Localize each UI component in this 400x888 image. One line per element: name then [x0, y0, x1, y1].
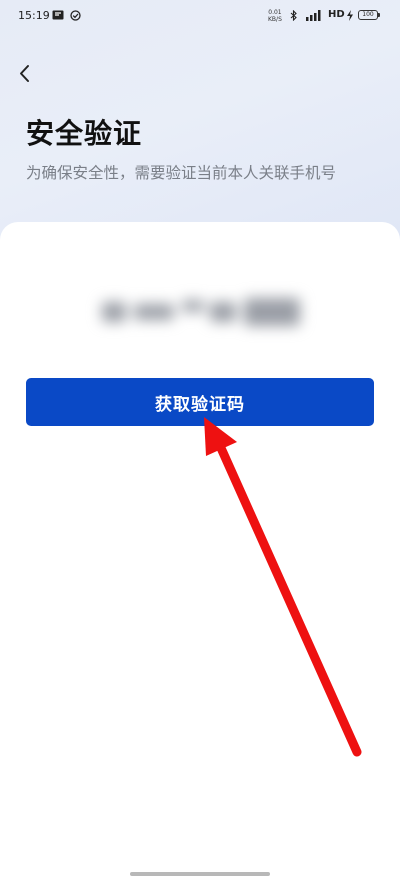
message-icon — [52, 10, 64, 20]
chevron-left-icon — [20, 65, 29, 82]
check-circle-icon — [70, 10, 81, 21]
back-button[interactable] — [12, 60, 40, 88]
bluetooth-icon — [290, 10, 297, 21]
masked-phone-number — [102, 292, 300, 332]
home-indicator[interactable] — [130, 872, 270, 876]
page-subtitle: 为确保安全性，需要验证当前本人关联手机号 — [26, 164, 337, 182]
battery-tip — [378, 13, 380, 17]
network-type: HD — [328, 9, 345, 20]
battery-icon: 100 — [358, 10, 378, 20]
page-title: 安全验证 — [26, 117, 143, 150]
net-speed-value: 0.01 — [268, 9, 282, 16]
net-speed: 0.01 KB/S — [268, 9, 282, 23]
status-time: 15:19 — [18, 9, 50, 22]
get-code-button[interactable]: 获取验证码 — [26, 378, 374, 426]
signal-icon — [306, 10, 321, 21]
status-bar: 15:19 0.01 KB/S HD 100 — [0, 0, 400, 34]
charging-icon — [347, 10, 353, 21]
net-speed-unit: KB/S — [268, 16, 282, 23]
